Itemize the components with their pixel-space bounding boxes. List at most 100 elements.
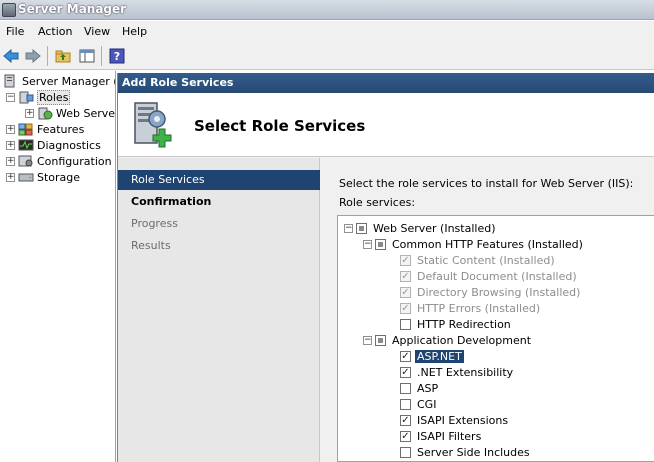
add-role-services-dialog: Add Role Services Select Role Services R… [117,73,654,462]
service-common-http-features[interactable]: − Common HTTP Features (Installed) [363,236,583,252]
collapse-common-http-toggle[interactable]: − [363,239,372,249]
tree-node-server-manager[interactable]: Server Manager (W [3,73,115,89]
back-arrow-icon [3,49,19,63]
service-label: Application Development [392,333,532,347]
console-tree: Server Manager (W − Roles + Web Server +… [0,71,116,462]
service-label: CGI [417,397,437,411]
dialog-content: Select the role services to install for … [321,158,654,462]
isapi-extensions-checkbox[interactable] [400,414,411,426]
expand-storage-toggle[interactable]: + [6,172,15,182]
instruction-text: Select the role services to install for … [339,177,634,190]
up-one-level-button[interactable] [54,47,72,65]
tree-label-roles: Roles [37,89,71,105]
default-document-checkbox [400,270,411,282]
service-server-side-includes[interactable]: Server Side Includes [400,444,530,460]
tree-node-configuration[interactable]: + Configuration [6,153,112,169]
forward-button[interactable] [24,47,42,65]
menu-action[interactable]: Action [38,25,72,38]
page-heading: Select Role Services [194,117,366,135]
help-button[interactable]: ? [108,47,126,65]
storage-icon [18,173,34,182]
application-development-checkbox[interactable] [375,334,386,346]
help-icon: ? [109,48,125,64]
web-server-icon [38,107,53,120]
forward-arrow-icon [25,49,41,63]
service-application-development[interactable]: − Application Development [363,332,531,348]
service-default-document: Default Document (Installed) [400,268,577,284]
role-services-tree[interactable]: − Web Server (Installed) − Common HTTP F… [337,215,654,462]
service-isapi-filters[interactable]: ISAPI Filters [400,428,481,444]
nav-results: Results [131,239,171,252]
cgi-checkbox[interactable] [400,398,411,410]
show-hide-console-tree-button[interactable] [78,47,96,65]
collapse-web-server-toggle[interactable]: − [344,223,353,233]
common-http-features-checkbox[interactable] [375,238,386,250]
collapse-roles-toggle[interactable]: − [6,92,15,102]
service-label-selected: ASP.NET [415,349,464,363]
role-services-label: Role services: [339,196,416,209]
nav-confirmation[interactable]: Confirmation [118,192,320,212]
dialog-title-bar: Add Role Services [118,73,654,93]
window-title: Server Manager [18,2,127,16]
http-redirection-checkbox[interactable] [400,318,411,330]
service-web-server[interactable]: − Web Server (Installed) [344,220,496,236]
service-isapi-extensions[interactable]: ISAPI Extensions [400,412,508,428]
service-asp[interactable]: ASP [400,380,438,396]
nav-role-services[interactable]: Role Services [118,170,320,190]
expand-web-server-toggle[interactable]: + [25,108,34,118]
server-add-icon [134,102,172,148]
http-errors-checkbox [400,302,411,314]
service-net-extensibility[interactable]: .NET Extensibility [400,364,513,380]
tree-label-diagnostics: Diagnostics [37,138,101,152]
expand-diagnostics-toggle[interactable]: + [6,140,15,150]
service-asp-net[interactable]: ASP.NET [400,348,464,364]
roles-icon [19,91,34,104]
service-label: .NET Extensibility [417,365,514,379]
asp-checkbox[interactable] [400,382,411,394]
service-directory-browsing: Directory Browsing (Installed) [400,284,580,300]
console-tree-icon [79,49,95,63]
menu-bar: File Action View Help [0,21,654,42]
expand-configuration-toggle[interactable]: + [6,156,15,166]
server-side-includes-checkbox[interactable] [400,446,411,458]
isapi-filters-checkbox[interactable] [400,430,411,442]
service-label: HTTP Redirection [417,317,511,331]
tree-node-features[interactable]: + Features [6,121,84,137]
asp-net-checkbox[interactable] [400,350,411,362]
tree-label-configuration: Configuration [37,154,112,168]
dialog-header: Select Role Services [118,93,654,157]
service-label: Static Content (Installed) [417,253,555,267]
service-static-content: Static Content (Installed) [400,252,555,268]
tree-node-web-server[interactable]: + Web Server [25,105,115,121]
service-label: Web Server (Installed) [373,221,496,235]
service-label: ASP [417,381,439,395]
expand-features-toggle[interactable]: + [6,124,15,134]
tree-label-features: Features [37,122,85,136]
server-manager-icon [4,74,15,88]
service-label: Default Document (Installed) [417,269,577,283]
wizard-navigation: Role Services Confirmation Progress Resu… [118,158,320,462]
svg-text:?: ? [114,50,120,63]
tree-node-diagnostics[interactable]: + Diagnostics [6,137,101,153]
net-extensibility-checkbox[interactable] [400,366,411,378]
configuration-icon [18,155,33,167]
back-button[interactable] [2,47,20,65]
service-cgi[interactable]: CGI [400,396,436,412]
menu-view[interactable]: View [84,25,110,38]
collapse-app-dev-toggle[interactable]: − [363,335,372,345]
menu-file[interactable]: File [6,25,24,38]
static-content-checkbox [400,254,411,266]
web-server-checkbox[interactable] [356,222,367,234]
server-manager-icon [2,3,16,17]
service-http-redirection[interactable]: HTTP Redirection [400,316,511,332]
nav-progress: Progress [131,217,178,230]
service-label: ISAPI Extensions [417,413,509,427]
service-http-errors: HTTP Errors (Installed) [400,300,540,316]
service-label: Server Side Includes [417,445,530,459]
menu-help[interactable]: Help [122,25,147,38]
tree-node-storage[interactable]: + Storage [6,169,80,185]
diagnostics-icon [18,139,34,151]
title-bar: Server Manager [0,0,654,20]
service-label: HTTP Errors (Installed) [417,301,541,315]
tree-node-roles[interactable]: − Roles [6,89,71,105]
